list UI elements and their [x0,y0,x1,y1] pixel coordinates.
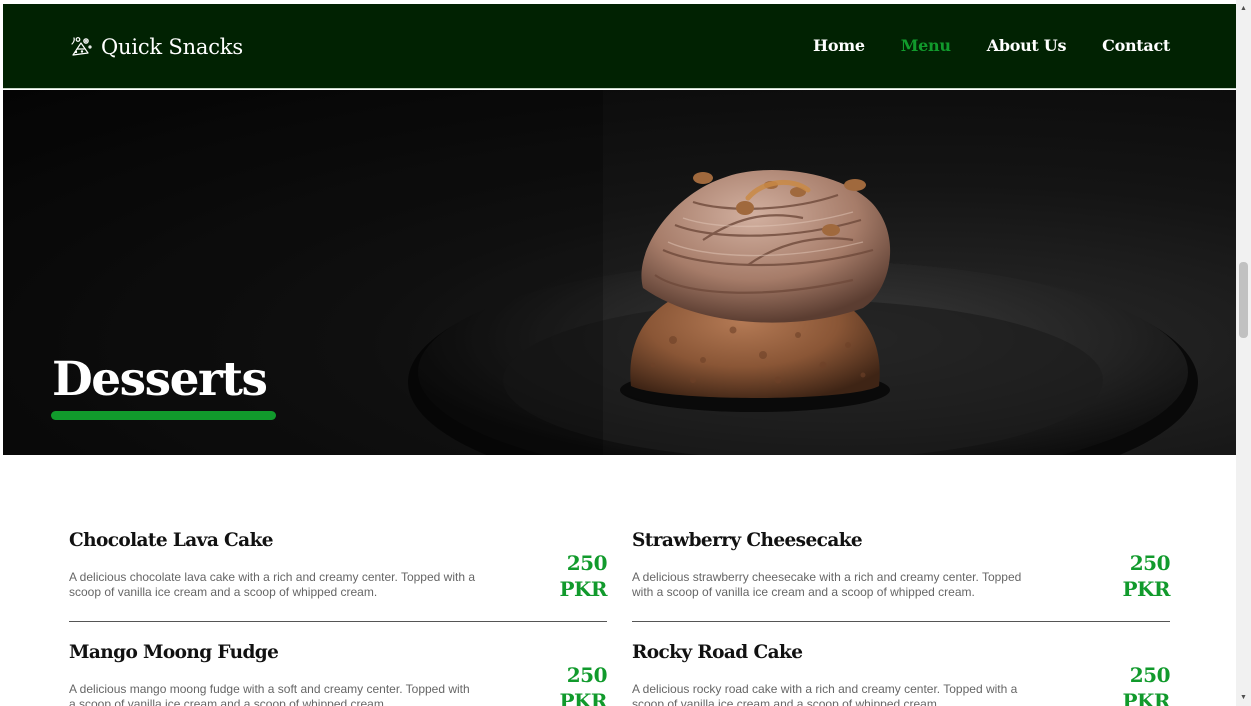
item-price: 250 PKR [547,550,607,602]
price-currency: PKR [1122,689,1170,706]
menu-item-mango-moong-fudge[interactable]: Mango Moong Fudge A delicious mango moon… [69,642,608,706]
item-price: 250 PKR [547,662,607,706]
price-currency: PKR [559,577,607,601]
main-nav: Home Menu About Us Contact [813,36,1170,55]
price-currency: PKR [1122,577,1170,601]
title-underline [51,411,276,420]
menu-item-strawberry-cheesecake[interactable]: Strawberry Cheesecake A delicious strawb… [632,530,1171,622]
menu-item-rocky-road-cake[interactable]: Rocky Road Cake A delicious rocky road c… [632,642,1171,706]
nav-menu[interactable]: Menu [901,36,951,55]
item-price: 250 PKR [1110,550,1170,602]
price-currency: PKR [559,689,607,706]
item-description: A delicious chocolate lava cake with a r… [69,570,476,599]
page-scrollbar[interactable]: ▲ ▼ [1236,0,1251,706]
item-name: Strawberry Cheesecake [632,530,863,551]
nav-about-us[interactable]: About Us [987,36,1067,55]
item-description: A delicious rocky road cake with a rich … [632,682,1018,706]
snack-logo-icon [71,37,92,56]
item-name: Mango Moong Fudge [69,642,279,663]
item-description: A delicious mango moong fudge with a sof… [69,682,470,706]
item-name: Chocolate Lava Cake [69,530,274,551]
scroll-down-icon[interactable]: ▼ [1236,689,1251,706]
price-amount: 250 [566,551,608,575]
item-name: Rocky Road Cake [632,642,803,663]
price-amount: 250 [1129,551,1171,575]
navbar: Quick Snacks Home Menu About Us Contact [3,4,1236,89]
scroll-up-icon[interactable]: ▲ [1236,0,1251,17]
scrollbar-thumb[interactable] [1239,262,1248,338]
price-amount: 250 [566,663,608,687]
page: Quick Snacks Home Menu About Us Contact [0,0,1236,706]
brand[interactable]: Quick Snacks [69,32,243,62]
menu-item-chocolate-lava-cake[interactable]: Chocolate Lava Cake A delicious chocolat… [69,530,608,622]
item-price: 250 PKR [1110,662,1170,706]
page-title: Desserts [52,352,268,407]
nav-home[interactable]: Home [813,36,865,55]
brand-name: Quick Snacks [101,35,243,59]
hero-banner: Desserts [3,90,1236,455]
item-description: A delicious strawberry cheesecake with a… [632,570,1022,599]
nav-contact[interactable]: Contact [1102,36,1170,55]
price-amount: 250 [1129,663,1171,687]
